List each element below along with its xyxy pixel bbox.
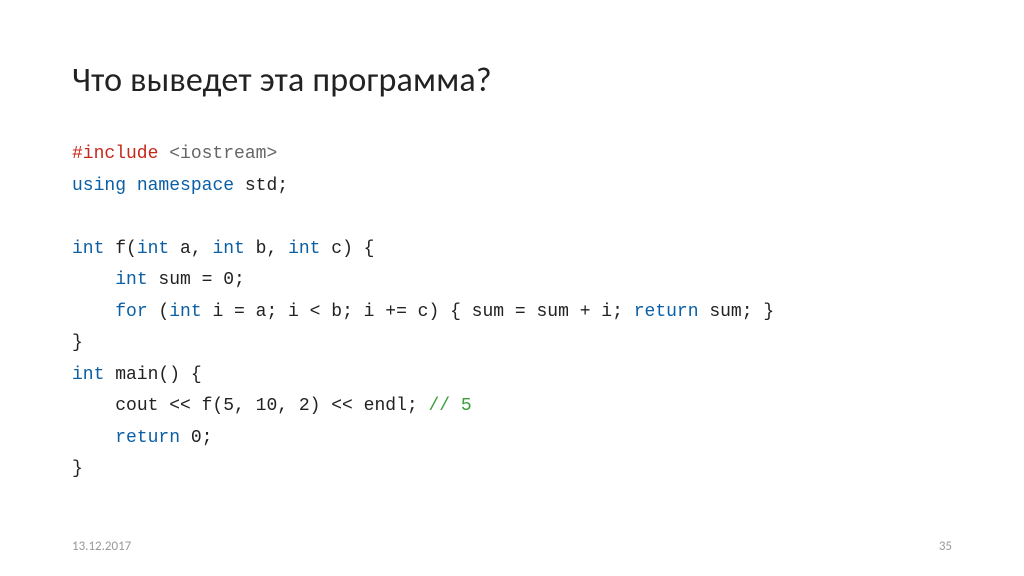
token-text: a, [169,239,212,259]
code-block: #include <iostream> using namespace std;… [72,139,952,486]
token-text: f( [104,239,136,259]
token-indent [72,270,115,290]
code-line: #include <iostream> [72,144,277,164]
code-line: cout << f(5, 10, 2) << endl; // 5 [72,396,472,416]
token-indent [72,302,115,322]
token-keyword: int [137,239,169,259]
token-text: c) { [320,239,374,259]
code-line: int sum = 0; [72,270,245,290]
token-text [126,176,137,196]
slide-footer: 13.12.2017 35 [72,539,952,554]
token-keyword: return [634,302,699,322]
code-line: for (int i = a; i < b; i += c) { sum = s… [72,302,774,322]
token-text: sum = 0; [148,270,245,290]
token-keyword: namespace [137,176,234,196]
token-preproc: #include [72,144,158,164]
code-line: using namespace std; [72,176,288,196]
token-keyword: return [115,428,180,448]
token-text: main() { [104,365,201,385]
token-text: std; [234,176,288,196]
token-keyword: int [169,302,201,322]
footer-page-number: 35 [939,539,952,554]
code-line: } [72,333,83,353]
token-text: b, [245,239,288,259]
token-include: <iostream> [158,144,277,164]
token-text: sum; } [699,302,775,322]
token-keyword: for [115,302,147,322]
token-text: cout << f(5, 10, 2) << endl; [115,396,428,416]
token-keyword: int [72,239,104,259]
token-text: 0; [180,428,212,448]
code-line: int main() { [72,365,202,385]
footer-date: 13.12.2017 [72,539,131,554]
token-indent [72,428,115,448]
token-keyword: int [212,239,244,259]
code-line: return 0; [72,428,212,448]
code-line: } [72,459,83,479]
token-keyword: int [72,365,104,385]
slide-title: Что выведет эта программа? [72,60,952,101]
token-text: ( [148,302,170,322]
token-indent [72,396,115,416]
token-text: i = a; i < b; i += c) { sum = sum + i; [202,302,634,322]
code-line: int f(int a, int b, int c) { [72,239,374,259]
token-keyword: int [115,270,147,290]
token-keyword: int [288,239,320,259]
token-comment: // 5 [428,396,471,416]
token-keyword: using [72,176,126,196]
